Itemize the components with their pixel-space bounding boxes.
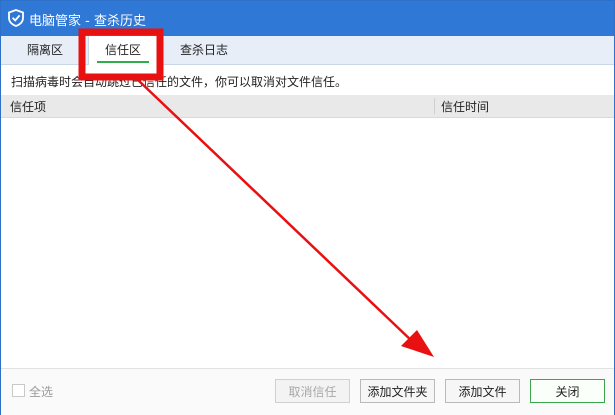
footer-bar: 全选 取消信任 添加文件夹 添加文件 关闭 [1, 368, 614, 415]
column-header-trusted-time[interactable]: 信任时间 [441, 98, 489, 115]
title-bar[interactable]: 电脑管家 - 查杀历史 [1, 1, 614, 36]
trusted-items-list[interactable] [1, 118, 614, 368]
window-title: 电脑管家 - 查杀历史 [29, 14, 146, 29]
select-all-checkbox[interactable] [12, 384, 25, 397]
history-window: 电脑管家 - 查杀历史 隔离区 信任区 查杀日志 扫描病毒时会自动跳过已信任的文… [0, 0, 615, 415]
tab-quarantine[interactable]: 隔离区 [11, 36, 79, 64]
untrust-button[interactable]: 取消信任 [275, 379, 350, 403]
close-button[interactable]: 关闭 [530, 379, 605, 403]
column-divider[interactable] [434, 98, 435, 114]
select-all-label[interactable]: 全选 [29, 383, 53, 400]
tab-trusted[interactable]: 信任区 [88, 36, 158, 65]
add-folder-button[interactable]: 添加文件夹 [360, 379, 435, 403]
add-file-button[interactable]: 添加文件 [445, 379, 520, 403]
table-header: 信任项 信任时间 [1, 95, 614, 118]
tab-bar: 隔离区 信任区 查杀日志 [1, 36, 614, 65]
trust-hint-text: 扫描病毒时会自动跳过已信任的文件，你可以取消对文件信任。 [11, 75, 348, 89]
column-header-trusted-item[interactable]: 信任项 [10, 98, 46, 115]
tab-scan-log[interactable]: 查杀日志 [167, 36, 241, 64]
shield-icon [8, 9, 24, 27]
